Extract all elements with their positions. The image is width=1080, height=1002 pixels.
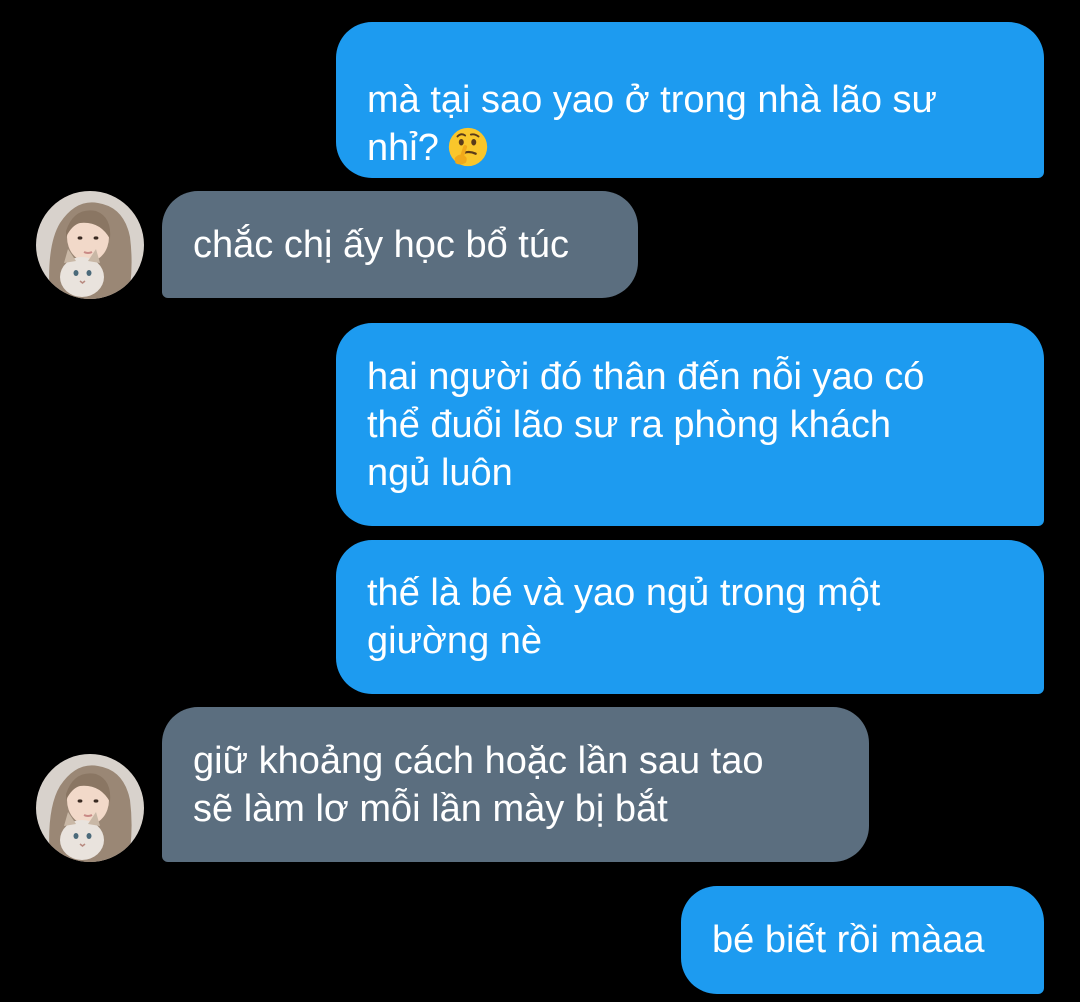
message-bubble-sent[interactable]: mà tại sao yao ở trong nhà lão sư nhỉ? [336,22,1044,178]
message-text: chắc chị ấy học bổ túc [193,223,569,266]
message-text: giữ khoảng cách hoặc lần sau tao sẽ làm … [193,739,764,830]
message-bubble-sent[interactable]: bé biết rồi màaa [681,886,1044,994]
message-text: bé biết rồi màaa [712,919,985,961]
message-bubble-received[interactable]: chắc chị ấy học bổ túc [162,191,638,298]
message-bubble-received[interactable]: giữ khoảng cách hoặc lần sau tao sẽ làm … [162,707,869,862]
message-bubble-sent[interactable]: thế là bé và yao ngủ trong một giường nè [336,540,1044,694]
message-text: hai người đó thân đến nỗi yao có thể đuổ… [367,355,925,494]
message-text: mà tại sao yao ở trong nhà lão sư nhỉ? [367,79,937,169]
message-text: thế là bé và yao ngủ trong một giường nè [367,572,881,662]
contact-avatar[interactable] [36,754,144,862]
message-bubble-sent[interactable]: hai người đó thân đến nỗi yao có thể đuổ… [336,323,1044,526]
thinking-face-icon [448,127,488,167]
contact-avatar[interactable] [36,191,144,299]
